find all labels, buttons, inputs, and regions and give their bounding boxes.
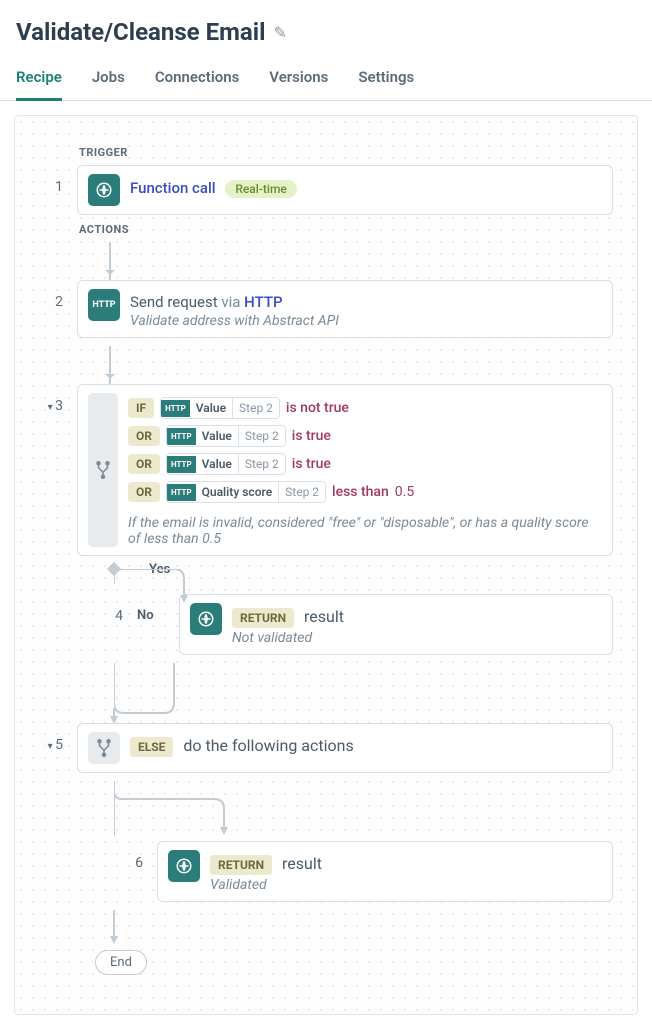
condition-operator: is true	[292, 456, 331, 472]
step-number[interactable]: 3	[39, 384, 63, 414]
step-number: 4	[99, 594, 123, 624]
step-number[interactable]: 5	[39, 723, 63, 753]
step-number: 1	[39, 165, 63, 195]
actions-label: ACTIONS	[79, 223, 613, 236]
http-icon: HTTP	[167, 456, 196, 473]
end-node: End	[95, 950, 147, 975]
branch-icon	[88, 732, 120, 764]
return-result-label: result	[282, 854, 322, 873]
tab-recipe[interactable]: Recipe	[16, 68, 62, 101]
condition-operator: is not true	[286, 400, 349, 416]
http-icon: HTTP	[88, 289, 120, 321]
step-subtitle: Validate address with Abstract API	[130, 313, 602, 329]
http-link: HTTP	[244, 293, 282, 311]
condition-operator: is true	[292, 428, 331, 444]
return-step[interactable]: RETURN result Validated	[157, 841, 613, 902]
condition-operator: less than	[332, 484, 389, 500]
condition-value: 0.5	[395, 484, 414, 500]
page-title: Validate/Cleanse Email	[16, 18, 265, 46]
branch-icon	[88, 393, 118, 547]
http-icon: HTTP	[161, 400, 190, 417]
tab-settings[interactable]: Settings	[358, 68, 414, 100]
return-result-label: result	[304, 607, 344, 626]
trigger-label: TRIGGER	[79, 146, 613, 159]
data-pill[interactable]: HTTP Quality score Step 2	[166, 481, 326, 503]
condition-step[interactable]: IF HTTP Value Step 2 is not true OR HTTP…	[77, 384, 613, 556]
realtime-badge: Real-time	[225, 180, 297, 198]
recipe-canvas[interactable]: TRIGGER 1 Function call Real-time ACTION…	[14, 115, 638, 1015]
step-number: 2	[39, 280, 63, 310]
else-text: do the following actions	[183, 736, 353, 755]
or-tag: OR	[128, 454, 160, 474]
step-subtitle: Validated	[210, 877, 602, 893]
data-pill[interactable]: HTTP Value Step 2	[160, 397, 280, 419]
yes-label: Yes	[149, 562, 170, 577]
edit-icon[interactable]: ✎	[273, 23, 286, 42]
tab-versions[interactable]: Versions	[269, 68, 328, 100]
connector-icon	[95, 346, 613, 384]
no-label: No	[137, 594, 165, 623]
function-icon	[88, 174, 120, 206]
data-pill[interactable]: HTTP Value Step 2	[166, 453, 286, 475]
return-step[interactable]: RETURN result Not validated	[179, 594, 613, 655]
function-icon	[168, 850, 200, 882]
connector-icon	[95, 242, 613, 280]
action-step-http[interactable]: HTTP Send request via HTTP Validate addr…	[77, 280, 613, 338]
step-title-text: Send request	[130, 293, 218, 311]
step-number: 6	[119, 841, 143, 871]
return-tag: RETURN	[210, 855, 272, 875]
trigger-step[interactable]: Function call Real-time	[77, 165, 613, 215]
function-icon	[190, 603, 222, 635]
or-tag: OR	[128, 482, 160, 502]
trigger-link: Function call	[130, 179, 216, 197]
tab-bar: Recipe Jobs Connections Versions Setting…	[0, 68, 652, 101]
tab-jobs[interactable]: Jobs	[92, 68, 125, 100]
return-tag: RETURN	[232, 608, 294, 628]
http-icon: HTTP	[167, 428, 196, 445]
tab-connections[interactable]: Connections	[155, 68, 239, 100]
via-text: via	[221, 293, 240, 311]
http-icon: HTTP	[167, 484, 196, 501]
branch-diamond-icon	[107, 562, 121, 576]
condition-note: If the email is invalid, considered "fre…	[128, 515, 602, 547]
if-tag: IF	[128, 398, 154, 418]
else-tag: ELSE	[130, 737, 173, 757]
step-subtitle: Not validated	[232, 630, 602, 646]
else-step[interactable]: ELSE do the following actions	[77, 723, 613, 773]
data-pill[interactable]: HTTP Value Step 2	[166, 425, 286, 447]
or-tag: OR	[128, 426, 160, 446]
